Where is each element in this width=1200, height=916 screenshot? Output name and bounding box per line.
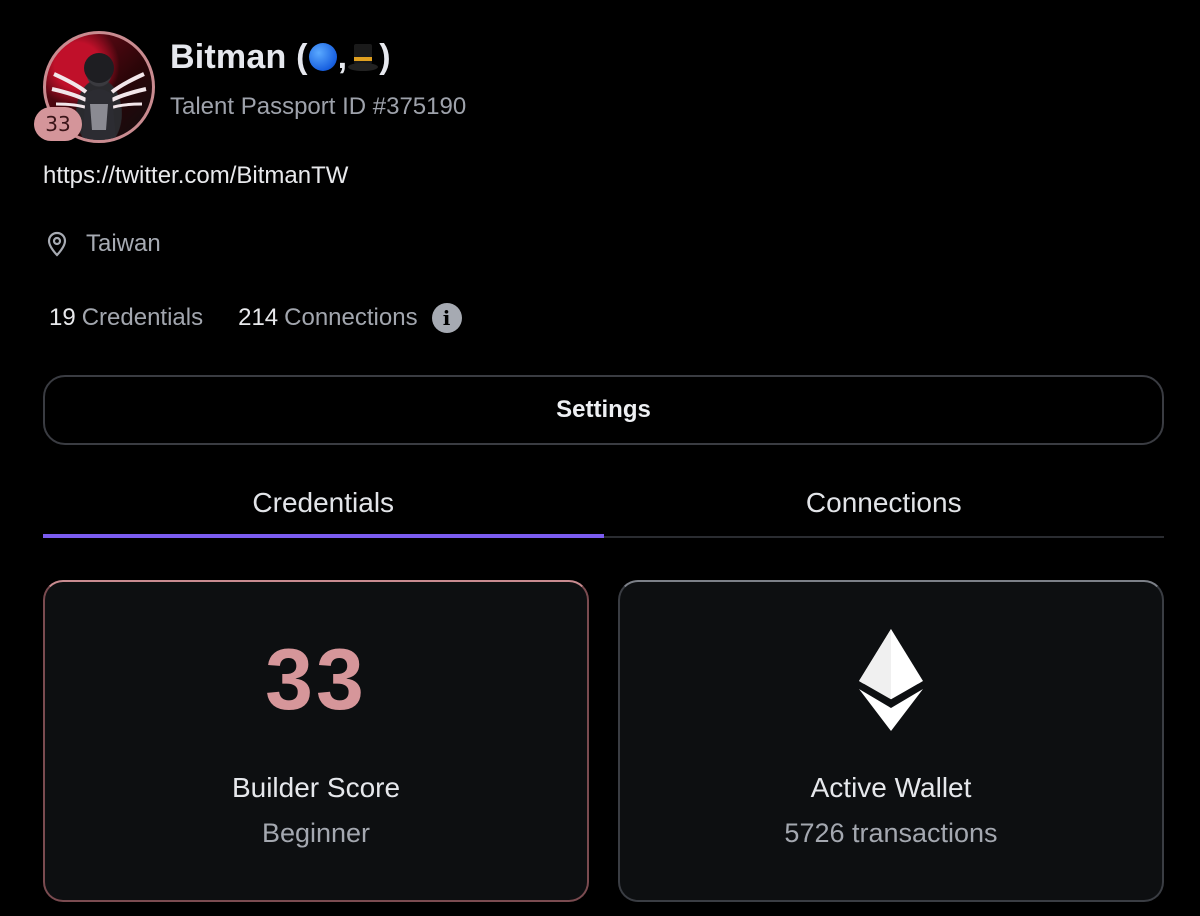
profile-name-text: Bitman ( [170,38,308,76]
builder-score-value: 33 [265,631,367,728]
avatar-container[interactable]: 33 [34,31,155,143]
location-pin-icon [47,231,67,257]
wallet-icon-wrap [620,629,1162,731]
info-icon[interactable]: i [431,303,462,333]
profile-name-end: ) [379,38,391,76]
profile-tabs: Credentials Connections [43,470,1164,538]
connections-stat[interactable]: 214 Connections [238,304,417,332]
tab-connections[interactable]: Connections [604,470,1165,536]
credentials-stat[interactable]: 19 Credentials [49,304,203,332]
ethereum-icon [859,629,923,731]
location-text: Taiwan [86,230,161,257]
top-hat-icon [348,44,379,71]
profile-name: Bitman (, ) [170,38,391,77]
builder-score-level: Beginner [261,818,371,848]
active-wallet-card[interactable]: Active Wallet 5726 transactions [618,580,1164,902]
active-wallet-title: Active Wallet [810,772,972,803]
twitter-link[interactable]: https://twitter.com/BitmanTW [43,162,348,190]
profile-name-separator: , [337,38,348,76]
credentials-label: Credentials [81,304,204,331]
profile-stats: 19 Credentials 214 Connections i [49,303,462,333]
score-badge: 33 [34,107,82,141]
credentials-count: 19 [49,304,76,331]
builder-score-title: Builder Score [231,772,401,803]
connections-count: 214 [238,304,279,331]
passport-id: Talent Passport ID #375190 [170,93,467,120]
location: Taiwan [45,228,161,260]
active-wallet-transactions: 5726 transactions [784,818,998,848]
blue-circle-icon [308,43,337,71]
builder-score-value-wrap: 33 [45,630,587,730]
connections-label: Connections [284,304,418,331]
profile-page: 33 Bitman (, ) Talent Passport ID #37519… [0,0,1200,916]
builder-score-card[interactable]: 33 Builder Score Beginner [43,580,589,902]
tab-credentials[interactable]: Credentials [43,470,604,538]
settings-button[interactable]: Settings [43,375,1164,445]
